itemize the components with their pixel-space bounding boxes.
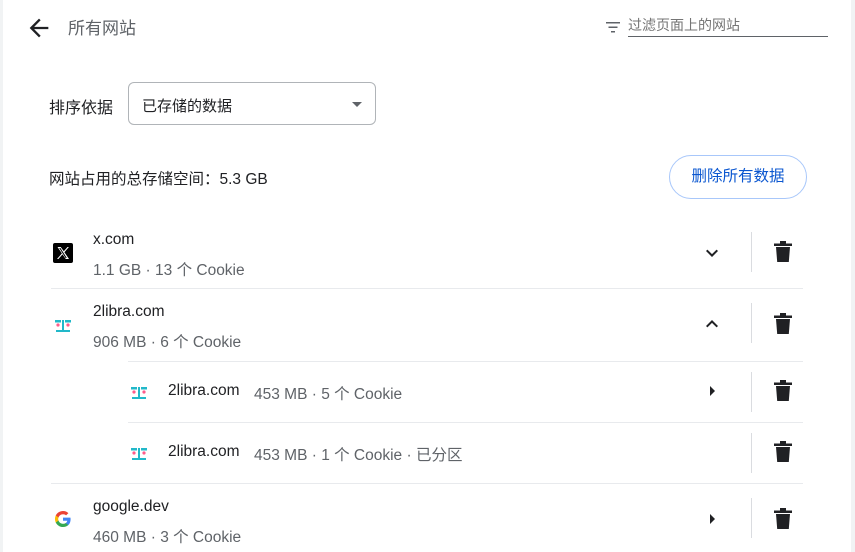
page-title: 所有网站 xyxy=(68,19,136,38)
trash-icon[interactable] xyxy=(772,312,794,336)
site-meta: 1.1 GB · 13 个 Cookie xyxy=(93,262,245,279)
sort-dropdown[interactable]: 已存储的数据 xyxy=(128,82,376,125)
site-name: 2libra.com xyxy=(93,303,165,320)
x-logo-icon xyxy=(53,243,73,263)
site-name: google.dev xyxy=(93,498,169,515)
sub-site-row[interactable]: 2libra.com 453 MB · 1 个 Cookie · 已分区 xyxy=(47,423,803,483)
sub-site-meta: 453 MB · 5 个 Cookie xyxy=(254,386,403,403)
back-arrow-icon[interactable] xyxy=(25,14,53,42)
trash-icon[interactable] xyxy=(772,440,794,464)
2libra-favicon-icon xyxy=(131,448,147,460)
row-separator xyxy=(751,498,752,538)
site-row-google-dev[interactable]: google.dev 460 MB · 3 个 Cookie xyxy=(47,484,803,552)
2libra-favicon-icon xyxy=(131,387,147,399)
total-storage-text: 网站占用的总存储空间：5.3 GB xyxy=(49,171,268,188)
dropdown-caret-icon xyxy=(352,102,362,107)
row-separator xyxy=(751,433,752,473)
row-separator xyxy=(751,232,752,272)
delete-all-data-button[interactable]: 删除所有数据 xyxy=(669,155,807,199)
trash-icon[interactable] xyxy=(772,240,794,264)
2libra-favicon-icon xyxy=(55,320,71,332)
row-separator xyxy=(751,372,752,412)
settings-card: 所有网站 排序依据 已存储的数据 网站占用的总存储空间：5.3 GB 删除所有数… xyxy=(3,0,851,552)
chevron-up-icon[interactable] xyxy=(700,312,724,336)
site-meta: 906 MB · 6 个 Cookie xyxy=(93,334,242,351)
sort-selected-value: 已存储的数据 xyxy=(142,98,233,115)
sub-site-meta: 453 MB · 1 个 Cookie · 已分区 xyxy=(254,447,463,464)
site-row-x-com[interactable]: x.com 1.1 GB · 13 个 Cookie xyxy=(47,222,803,288)
sort-label: 排序依据 xyxy=(49,100,114,117)
chevron-down-icon[interactable] xyxy=(700,241,724,265)
trash-icon[interactable] xyxy=(772,507,794,531)
site-filter-input[interactable] xyxy=(628,14,828,37)
row-separator xyxy=(751,303,752,343)
site-row-2libra-com[interactable]: 2libra.com 906 MB · 6 个 Cookie xyxy=(47,289,803,360)
site-meta: 460 MB · 3 个 Cookie xyxy=(93,529,242,546)
filter-icon xyxy=(606,22,620,33)
sub-site-name: 2libra.com xyxy=(168,382,240,399)
site-name: x.com xyxy=(93,231,135,248)
arrow-right-icon[interactable] xyxy=(700,507,724,531)
google-g-icon xyxy=(55,511,71,527)
trash-icon[interactable] xyxy=(772,379,794,403)
arrow-right-icon[interactable] xyxy=(700,379,724,403)
sub-site-name: 2libra.com xyxy=(168,443,240,460)
sub-site-row[interactable]: 2libra.com 453 MB · 5 个 Cookie xyxy=(47,362,803,422)
